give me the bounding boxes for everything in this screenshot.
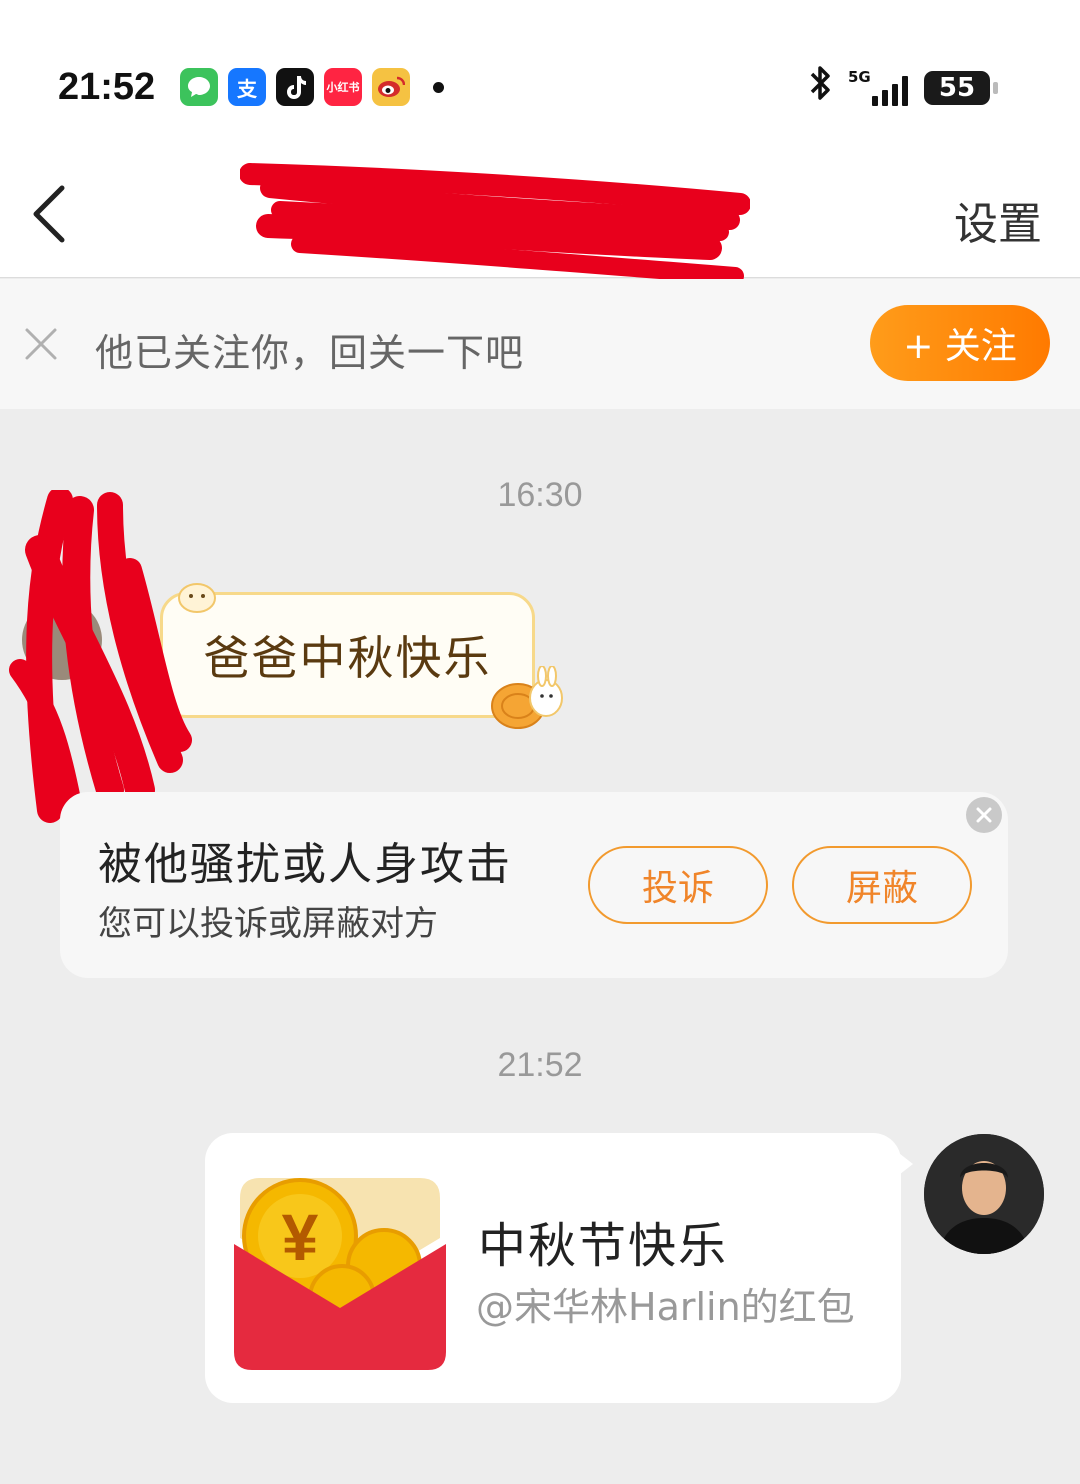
cellular-signal-icon: 5G	[848, 68, 910, 108]
bluetooth-icon	[808, 64, 834, 111]
red-packet-title: 中秋节快乐	[478, 1218, 729, 1274]
messages-icon	[180, 68, 218, 106]
settings-button[interactable]: 设置	[954, 188, 1042, 252]
back-icon[interactable]	[30, 184, 70, 244]
weibo-icon	[372, 68, 410, 106]
red-packet-subtitle: @宋华林Harlin的红包	[476, 1285, 855, 1329]
bubble-tail	[895, 1150, 913, 1178]
xiaohongshu-icon: 小红书	[324, 68, 362, 106]
alipay-icon: 支	[228, 68, 266, 106]
notification-dot	[433, 82, 444, 93]
complain-button[interactable]: 投诉	[588, 846, 768, 924]
avatar[interactable]	[924, 1134, 1044, 1254]
redacted-avatar-scribble	[9, 490, 192, 823]
tiktok-icon	[276, 68, 314, 106]
notice-subtitle: 您可以投诉或屏蔽对方	[98, 904, 438, 944]
network-type: 5G	[848, 67, 871, 86]
close-icon[interactable]	[22, 325, 60, 363]
svg-text:¥: ¥	[282, 1200, 319, 1274]
status-bar: 21:52 支 小红书 5G 55	[0, 0, 1080, 150]
notice-title: 被他骚扰或人身攻击	[98, 839, 512, 890]
red-packet-icon: ¥	[234, 1178, 446, 1370]
status-indicators: 5G 55	[808, 64, 998, 111]
redacted-contact-name	[240, 163, 750, 285]
notice-close-icon[interactable]	[966, 797, 1002, 833]
block-button[interactable]: 屏蔽	[792, 846, 972, 924]
notification-app-icons: 支 小红书	[180, 68, 410, 106]
follow-back-prompt: 他已关注你，回关一下吧	[95, 331, 525, 375]
message-timestamp: 21:52	[497, 1046, 583, 1084]
status-time: 21:52	[58, 66, 156, 108]
follow-button[interactable]: + 关注	[870, 305, 1050, 381]
mooncake-bunny-icon	[491, 666, 563, 729]
message-text: 爸爸中秋快乐	[203, 631, 492, 685]
battery-indicator: 55	[924, 70, 998, 105]
profile-photo-icon	[924, 1134, 1044, 1254]
chat-header: 设置	[0, 150, 1080, 285]
